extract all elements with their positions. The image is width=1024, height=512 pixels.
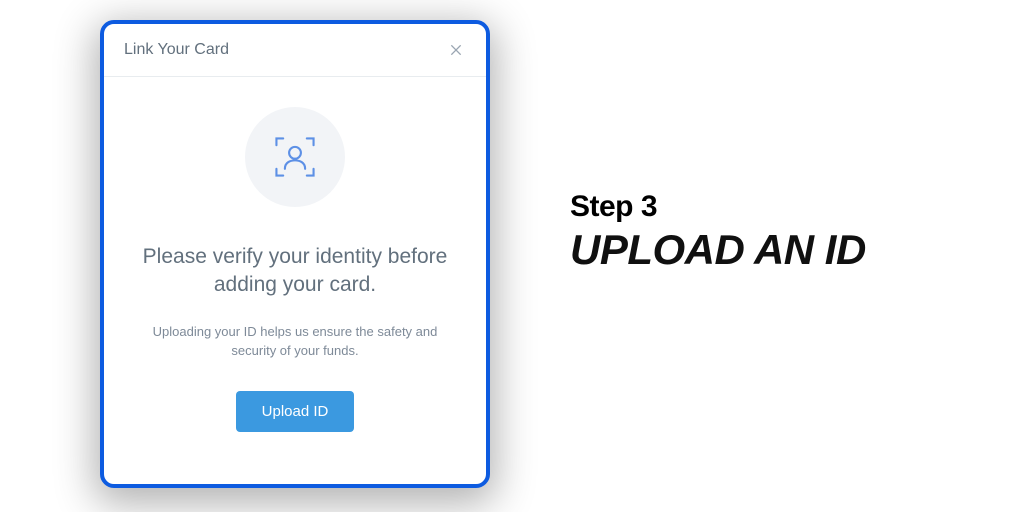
stage: Link Your Card [0,0,1024,512]
dialog-header: Link Your Card [104,24,486,77]
dialog-headline: Please verify your identity before addin… [135,243,455,300]
step-caption: Step 3 UPLOAD AN ID [570,190,866,274]
dialog-subtext: Uploading your ID helps us ensure the sa… [140,322,450,361]
close-icon [448,42,464,58]
dialog-title: Link Your Card [124,41,229,59]
link-card-dialog: Link Your Card [100,20,490,488]
identity-scan-icon [268,130,322,184]
upload-id-button[interactable]: Upload ID [236,391,355,432]
identity-icon-circle [245,107,345,207]
step-title: UPLOAD AN ID [570,226,866,274]
dialog-body: Please verify your identity before addin… [104,77,486,458]
step-number-label: Step 3 [570,190,866,224]
close-button[interactable] [446,40,466,60]
